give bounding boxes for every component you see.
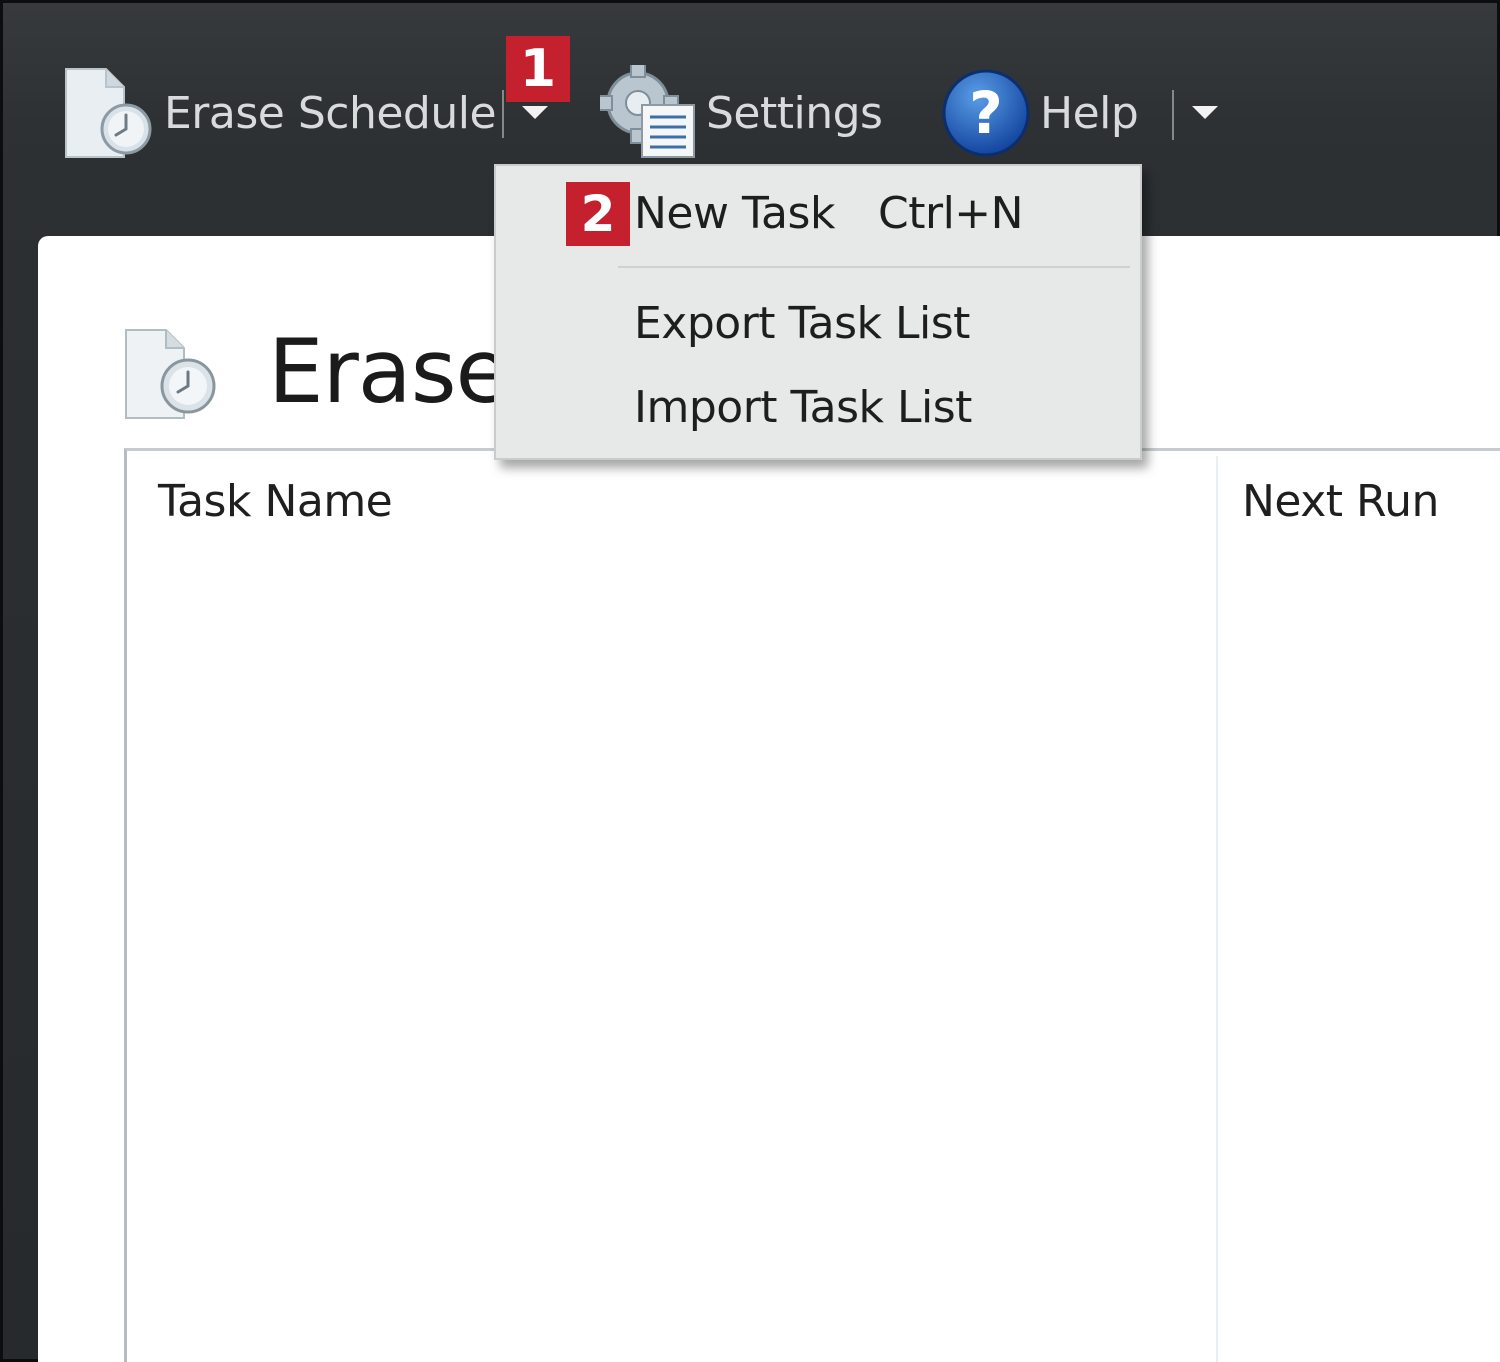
svg-text:?: ? <box>969 79 1003 147</box>
settings-icon <box>597 62 700 161</box>
step-badge-1: 1 <box>506 36 570 102</box>
menu-item-import-task-list[interactable]: Import Task List <box>634 382 972 433</box>
schedule-page-icon <box>120 326 220 422</box>
erase-schedule-label: Erase Schedule <box>164 87 497 139</box>
dropdown-caret-icon <box>1192 106 1218 119</box>
erase-schedule-dropdown-button[interactable] <box>512 96 558 136</box>
toolbar-separator <box>502 90 504 138</box>
step-badge-2: 2 <box>566 182 630 246</box>
menu-separator <box>618 266 1130 268</box>
menu-item-label: Import Task List <box>634 382 972 433</box>
column-header-next-run[interactable]: Next Run <box>1242 476 1439 527</box>
overflow-dropdown-button[interactable] <box>1182 96 1228 136</box>
page-title: Erase <box>268 320 510 423</box>
dropdown-caret-icon <box>522 106 548 119</box>
task-list[interactable] <box>124 448 1500 1362</box>
column-divider[interactable] <box>1216 456 1218 1362</box>
settings-label: Settings <box>706 87 883 139</box>
erase-schedule-button[interactable]: Erase Schedule <box>60 64 497 162</box>
toolbar-separator <box>1172 90 1174 140</box>
erase-schedule-icon <box>60 65 156 161</box>
column-header-task-name[interactable]: Task Name <box>158 476 393 527</box>
menu-item-label: Export Task List <box>634 298 970 349</box>
menu-item-export-task-list[interactable]: Export Task List <box>634 298 970 349</box>
menu-item-new-task[interactable]: New Task <box>634 188 835 239</box>
help-label: Help <box>1040 87 1139 139</box>
settings-button[interactable]: Settings <box>597 62 883 162</box>
help-button[interactable]: ? Help <box>940 64 1139 162</box>
menu-item-label: New Task <box>634 188 835 239</box>
help-icon: ? <box>940 67 1032 159</box>
menu-item-shortcut: Ctrl+N <box>878 188 1024 239</box>
